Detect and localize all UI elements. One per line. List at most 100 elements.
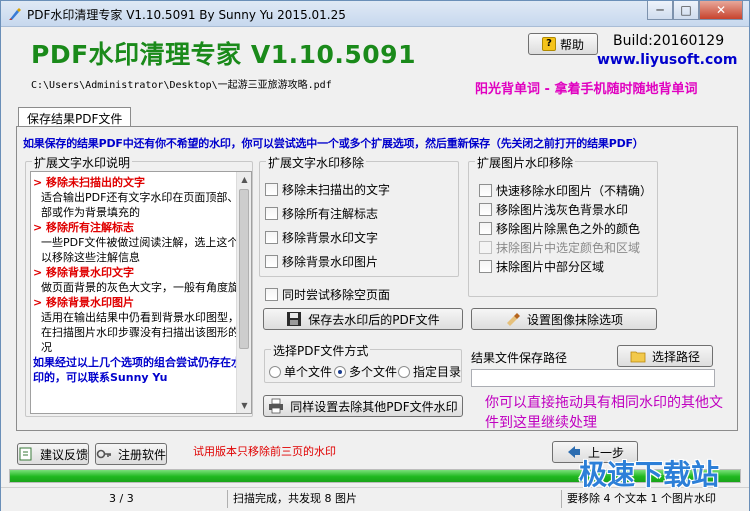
website-link[interactable]: www.liyusoft.com	[597, 52, 737, 68]
description-heading: > 移除背景水印图片	[33, 296, 135, 309]
description-paragraph: 一些PDF文件被做过阅读注解，选上这个可以移除这些注解信息	[41, 236, 250, 264]
app-brand-title: PDF水印清理专家 V1.10.5091	[31, 40, 416, 69]
option-erase-partial-area[interactable]: 抹除图片中部分区域	[479, 258, 604, 275]
checkbox[interactable]	[479, 260, 492, 273]
option-label: 移除图片除黑色之外的颜色	[496, 222, 641, 236]
text-group-title: 扩展文字水印移除	[266, 154, 367, 171]
window-controls: ─ □ ✕	[647, 1, 743, 21]
eraser-brush-icon	[506, 313, 520, 326]
radio-label: 多个文件	[349, 365, 398, 379]
radio-button[interactable]	[269, 365, 281, 378]
checkbox[interactable]	[479, 203, 492, 216]
app-window: PDF水印清理专家 V1.10.5091 By Sunny Yu 2015.01…	[0, 0, 750, 511]
description-heading: > 移除未扫描出的文字	[33, 176, 146, 189]
build-number: Build:20160129	[613, 33, 725, 49]
description-contact-note: 如果经过以上几个选项的组合尝试仍存在水印的，可以联系Sunny Yu	[33, 356, 242, 384]
option-remove-annotations[interactable]: 移除所有注解标志	[265, 205, 378, 222]
option-remove-blank-pages[interactable]: 同时尝试移除空页面	[265, 286, 390, 303]
option-label: 移除背景水印文字	[282, 231, 379, 245]
option-label: 抹除图片中部分区域	[496, 260, 605, 274]
title-bar: PDF水印清理专家 V1.10.5091 By Sunny Yu 2015.01…	[1, 1, 749, 27]
checkbox[interactable]	[265, 288, 278, 301]
radio-directory[interactable]: 指定目录	[398, 363, 461, 380]
drop-hint-text: 你可以直接拖动具有相同水印的其他文件到这里继续处理	[485, 395, 723, 431]
option-remove-non-black-colors[interactable]: 移除图片除黑色之外的颜色	[479, 220, 640, 237]
radio-single-file[interactable]: 单个文件	[269, 363, 332, 380]
brush-app-icon	[9, 8, 21, 20]
status-separator	[227, 490, 228, 508]
radio-multiple-files[interactable]: 多个文件	[334, 363, 397, 380]
edit-note-icon	[19, 447, 32, 461]
checkbox[interactable]	[265, 183, 278, 196]
key-icon	[96, 449, 111, 459]
save-pdf-button[interactable]: 保存去水印后的PDF文件	[263, 308, 463, 330]
description-content: > 移除未扫描出的文字适合输出PDF还有文字水印在页面顶部、底部或作为背景填充的…	[33, 175, 251, 385]
description-heading: > 移除所有注解标志	[33, 221, 135, 234]
option-erase-selected-color: 抹除图片中选定颜色和区域	[479, 239, 640, 256]
trial-notice: 试用版本只移除前三页的水印	[193, 445, 336, 458]
description-paragraph: 适用在输出结果中仍看到背景水印图型，但在扫描图片水印步骤没有扫描出该图形的情况	[41, 311, 250, 354]
option-label: 同时尝试移除空页面	[282, 288, 391, 302]
option-label: 移除图片浅灰色背景水印	[496, 203, 629, 217]
option-label: 快速移除水印图片（不精确）	[496, 184, 653, 198]
apply-same-settings-button[interactable]: 同样设置去除其他PDF文件水印	[263, 395, 463, 417]
status-scan-result: 扫描完成，共发现 8 图片	[233, 492, 357, 505]
apply-same-label: 同样设置去除其他PDF文件水印	[290, 399, 458, 414]
desc-group-title: 扩展文字水印说明	[32, 154, 133, 171]
feedback-button[interactable]: 建议反馈	[17, 443, 89, 465]
folder-icon	[630, 351, 646, 363]
erase-settings-label: 设置图像抹除选项	[526, 312, 623, 327]
scroll-up-icon[interactable]: ▲	[237, 172, 251, 187]
choose-path-label: 选择路径	[651, 349, 700, 364]
checkbox	[479, 241, 492, 254]
save-button-label: 保存去水印后的PDF文件	[308, 312, 440, 327]
option-label: 移除背景水印图片	[282, 255, 379, 269]
maximize-button[interactable]: □	[673, 1, 699, 20]
mode-group-title: 选择PDF文件方式	[271, 342, 371, 359]
description-heading: > 移除背景水印文字	[33, 266, 135, 279]
description-textbox[interactable]: > 移除未扫描出的文字适合输出PDF还有文字水印在页面顶部、底部或作为背景填充的…	[30, 171, 252, 414]
option-quick-remove-image[interactable]: 快速移除水印图片（不精确）	[479, 182, 652, 199]
radio-label: 指定目录	[413, 365, 462, 379]
radio-button[interactable]	[398, 365, 410, 378]
description-scrollbar[interactable]: ▲ ▼	[236, 172, 251, 413]
output-path-label: 结果文件保存路径	[471, 351, 568, 365]
erase-settings-button[interactable]: 设置图像抹除选项	[471, 308, 657, 330]
option-label: 抹除图片中选定颜色和区域	[496, 241, 641, 255]
status-pages: 3 / 3	[109, 492, 134, 505]
radio-label: 单个文件	[284, 365, 333, 379]
checkbox[interactable]	[265, 231, 278, 244]
option-remove-background-image[interactable]: 移除背景水印图片	[265, 253, 378, 270]
choose-path-button[interactable]: 选择路径	[617, 345, 713, 367]
option-label: 移除所有注解标志	[282, 207, 379, 221]
description-paragraph: 做页面背景的灰色大文字，一般有角度旋转	[41, 281, 250, 294]
register-button[interactable]: 注册软件	[95, 443, 167, 465]
status-separator	[561, 490, 562, 508]
floppy-disk-icon	[287, 312, 302, 326]
feedback-label: 建议反馈	[39, 447, 88, 462]
checkbox[interactable]	[479, 184, 492, 197]
output-path-field[interactable]	[471, 369, 715, 387]
close-button[interactable]: ✕	[699, 1, 743, 20]
tab-save-result[interactable]: 保存结果PDF文件	[18, 107, 132, 127]
question-icon: ?	[541, 37, 556, 51]
help-button[interactable]: ? 帮助	[528, 33, 598, 55]
site-watermark-logo: 极速下载站	[579, 458, 720, 491]
option-label: 移除未扫描出的文字	[282, 183, 391, 197]
radio-button[interactable]	[334, 365, 346, 378]
scroll-down-icon[interactable]: ▼	[237, 398, 251, 413]
description-paragraph: 适合输出PDF还有文字水印在页面顶部、底部或作为背景填充的	[41, 191, 250, 219]
register-label: 注册软件	[117, 447, 166, 462]
slogan-link[interactable]: 阳光背单词 - 拿着手机随时随地背单词	[475, 78, 697, 97]
option-remove-background-text[interactable]: 移除背景水印文字	[265, 229, 378, 246]
minimize-button[interactable]: ─	[647, 1, 673, 20]
option-remove-light-gray-bg[interactable]: 移除图片浅灰色背景水印	[479, 201, 628, 218]
checkbox[interactable]	[265, 255, 278, 268]
help-label: 帮助	[559, 37, 584, 52]
option-remove-unscanned-text[interactable]: 移除未扫描出的文字	[265, 181, 390, 198]
current-file-path: C:\Users\Administrator\Desktop\一起游三亚旅游攻略…	[31, 80, 332, 91]
image-group-title: 扩展图片水印移除	[475, 154, 576, 171]
checkbox[interactable]	[265, 207, 278, 220]
checkbox[interactable]	[479, 222, 492, 235]
scroll-thumb[interactable]	[239, 189, 249, 349]
